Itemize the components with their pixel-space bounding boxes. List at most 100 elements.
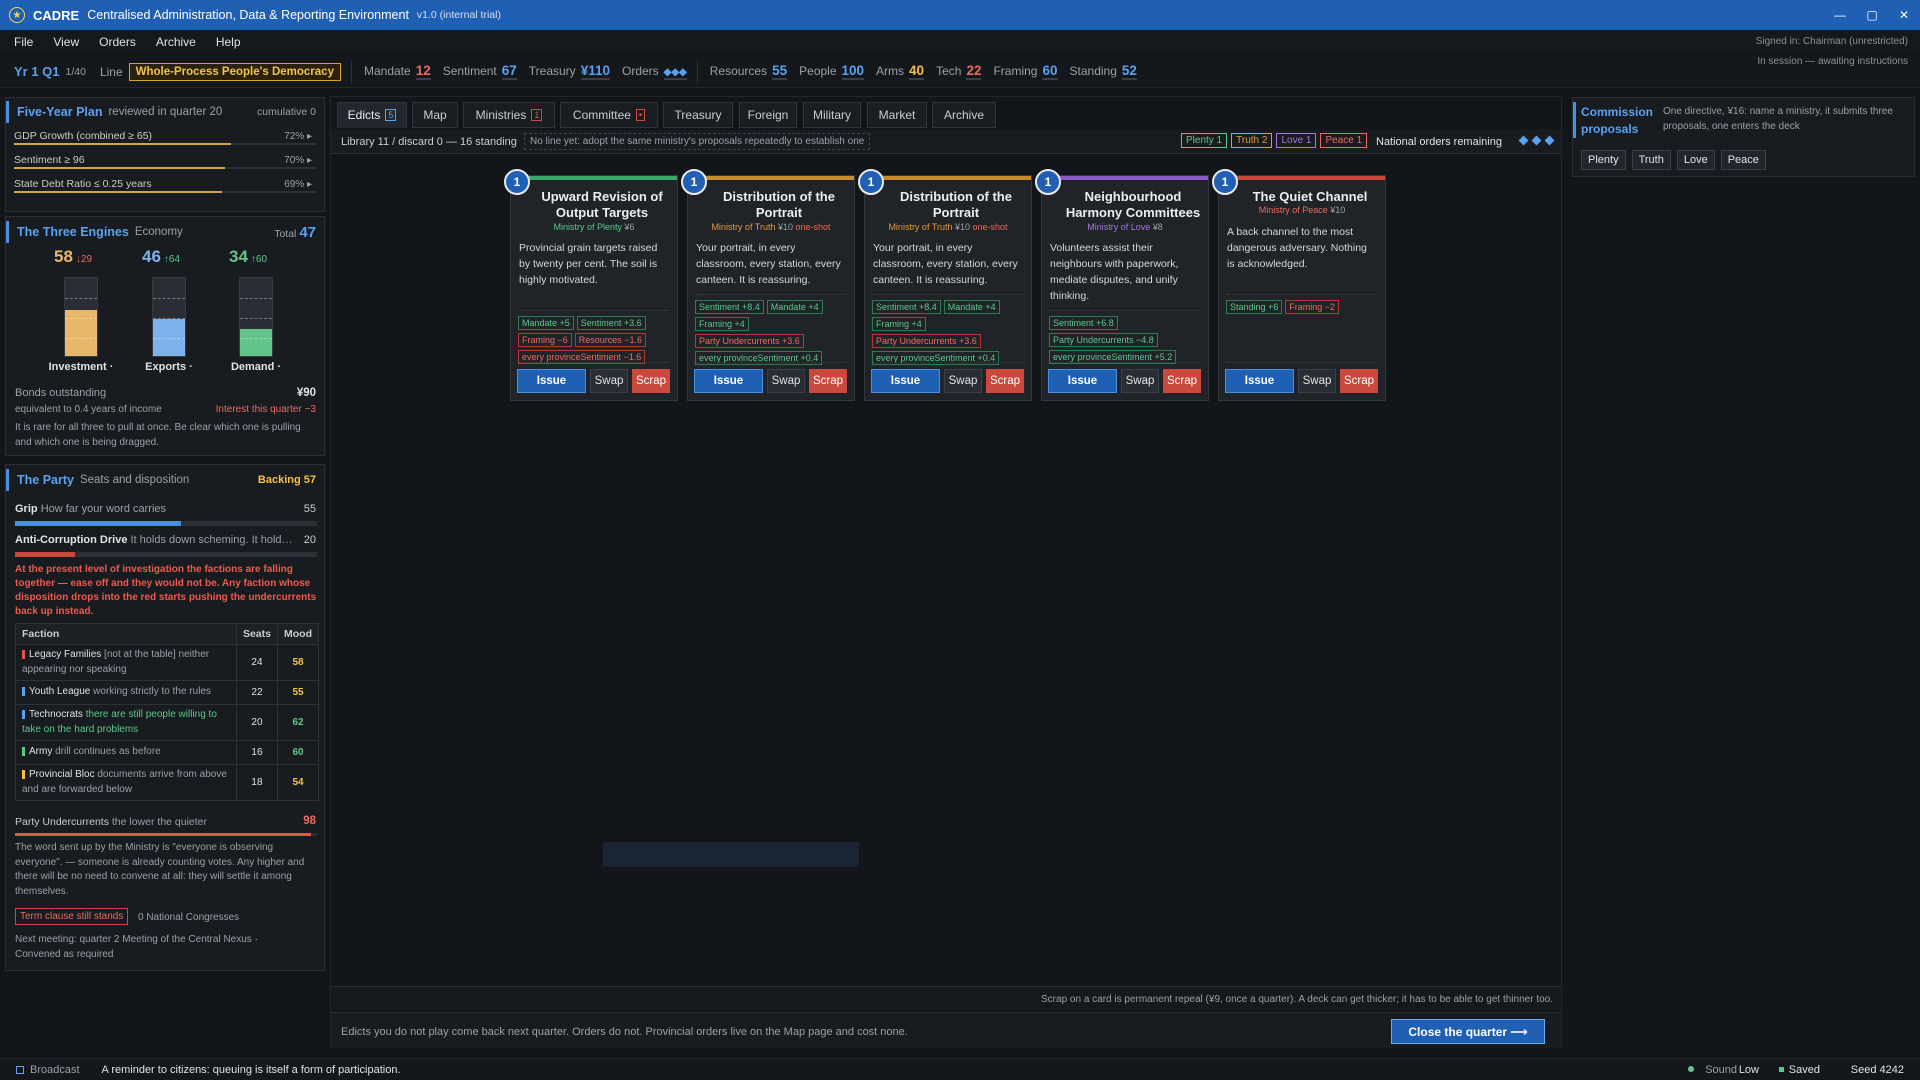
engine-delta: ↓29	[75, 254, 93, 265]
broadcast-icon	[16, 1065, 24, 1074]
stat-orders[interactable]: Orders ◆◆◆	[622, 64, 687, 80]
faction-table: Faction Seats Mood Legacy Families [not …	[15, 623, 319, 801]
edict-card[interactable]: 1 Distribution of the Portrait Ministry of…	[858, 169, 1032, 401]
faction-row[interactable]: Army drill continues as before 16 60	[15, 740, 319, 765]
stat-resources[interactable]: Resources 55	[710, 63, 788, 80]
menu-help[interactable]: Help	[216, 35, 241, 49]
scrap-button[interactable]: Scrap	[986, 369, 1024, 393]
faction-seats: 22	[235, 680, 279, 705]
tab-ministries[interactable]: Ministries 1	[463, 102, 555, 128]
stat-treasury[interactable]: Treasury ¥110	[529, 63, 610, 80]
swap-button[interactable]: Swap	[590, 369, 628, 393]
faction-row[interactable]: Provincial Bloc documents arrive from ab…	[15, 764, 319, 801]
ministry-chip: Plenty 1	[1181, 133, 1228, 148]
tab-committee[interactable]: Committee •	[560, 102, 658, 128]
close-icon[interactable]: ✕	[1888, 0, 1920, 30]
stat-people[interactable]: People 100	[799, 63, 865, 80]
engine-delta: ↑64	[163, 254, 181, 265]
minimize-icon[interactable]: —	[1824, 0, 1856, 30]
acd-slider[interactable]	[15, 552, 317, 557]
tab-foreign[interactable]: Foreign	[739, 102, 797, 128]
scrap-button[interactable]: Scrap	[632, 369, 670, 393]
faction-row[interactable]: Legacy Families [not at the table] neith…	[15, 644, 319, 681]
edict-card[interactable]: 1 The Quiet Channel Ministry of Peace ¥10 A…	[1212, 169, 1386, 401]
stat-standing[interactable]: Standing 52	[1070, 63, 1137, 80]
card-effects: Sentiment +8.4 Mandate +4 Framing +4 Party …	[872, 300, 1026, 365]
plan-goal[interactable]: Sentiment ≥ 96 70% ▸	[14, 151, 316, 171]
stat-framing[interactable]: Framing 60	[993, 63, 1058, 80]
tab-edicts[interactable]: Edicts 5	[337, 102, 407, 128]
issue-button[interactable]: Issue	[871, 369, 940, 393]
card-cost: ¥6	[624, 222, 635, 232]
swap-button[interactable]: Swap	[1298, 369, 1336, 393]
ministry-chip: Truth 2	[1231, 133, 1273, 148]
card-description: A back channel to the most dangerous adv…	[1227, 226, 1367, 270]
stat-label: Tech	[936, 64, 962, 78]
swap-button[interactable]: Swap	[1121, 369, 1159, 393]
edict-card[interactable]: 1 Upward Revision of Output Targets Minist…	[504, 169, 678, 401]
plan-goal[interactable]: GDP Growth (combined ≥ 65) 72% ▸	[14, 127, 316, 147]
tab-archive[interactable]: Archive	[932, 102, 996, 128]
issue-button[interactable]: Issue	[1225, 369, 1294, 393]
engine-value-group: 46 ↑64	[142, 247, 222, 267]
scrap-button[interactable]: Scrap	[809, 369, 847, 393]
broadcast-text: A reminder to citizens: queuing is itsel…	[101, 1063, 401, 1076]
card-title: Upward Revision of Output Targets	[541, 189, 663, 220]
faction-mood: 62	[277, 704, 319, 741]
tab-map[interactable]: Map	[412, 102, 458, 128]
swap-button[interactable]: Swap	[767, 369, 805, 393]
card-effect: Framing +4	[872, 317, 926, 331]
plan-title: Five-Year Plan	[17, 105, 103, 119]
three-engines-panel: The Three Engines Economy Total 47 58 ↓29…	[5, 216, 325, 456]
card-ministry-name: Ministry of Love	[1087, 222, 1151, 232]
engine-value-group: 58 ↓29	[54, 247, 134, 267]
line-chip[interactable]: Whole-Process People's Democracy	[128, 62, 341, 81]
commission-love-button[interactable]: Love	[1676, 150, 1715, 170]
commission-peace-button[interactable]: Peace	[1720, 150, 1766, 170]
menu-orders[interactable]: Orders	[99, 35, 136, 49]
card-cost-badge: 1	[1212, 169, 1238, 195]
sound-level[interactable]: Low	[1739, 1064, 1759, 1076]
card-ministry-name: Ministry of Truth	[888, 222, 953, 232]
menu-view[interactable]: View	[53, 35, 79, 49]
faction-row[interactable]: Youth League working strictly to the rul…	[15, 680, 319, 705]
plan-goal[interactable]: State Debt Ratio ≤ 0.25 years 69% ▸	[14, 175, 316, 195]
stat-arms[interactable]: Arms 40	[876, 63, 925, 80]
sound-label[interactable]: Sound	[1705, 1064, 1737, 1076]
scrap-button[interactable]: Scrap	[1340, 369, 1378, 393]
scrap-button[interactable]: Scrap	[1163, 369, 1201, 393]
commission-buttons: Plenty Truth Love Peace	[1581, 150, 1766, 170]
card-divider	[519, 362, 669, 363]
faction-mood: 54	[277, 764, 319, 801]
faction-cell: Army drill continues as before	[15, 740, 237, 765]
menu-file[interactable]: File	[14, 35, 33, 49]
ministry-chip: Peace 1	[1320, 133, 1368, 148]
close-quarter-button[interactable]: Close the quarter ⟶	[1391, 1019, 1545, 1044]
party-header: The Party Seats and disposition Backing …	[6, 469, 324, 491]
tab-military[interactable]: Military	[803, 102, 861, 128]
tab-market[interactable]: Market	[867, 102, 927, 128]
stat-sentiment[interactable]: Sentiment 67	[443, 63, 517, 80]
edict-card[interactable]: 1 Neighbourhood Harmony Committees Ministr…	[1035, 169, 1209, 401]
card-cost-badge: 1	[1035, 169, 1061, 195]
faction-row[interactable]: Technocrats there are still people willi…	[15, 704, 319, 741]
edict-card[interactable]: 1 Distribution of the Portrait Ministry of…	[681, 169, 855, 401]
stat-tech[interactable]: Tech 22	[936, 63, 982, 80]
commission-plenty-button[interactable]: Plenty	[1581, 150, 1626, 170]
grip-sub: How far your word carries	[40, 503, 167, 515]
menu-archive[interactable]: Archive	[156, 35, 196, 49]
grip-label: Grip	[15, 503, 38, 515]
engine-tube	[64, 277, 98, 357]
stat-mandate[interactable]: Mandate 12	[364, 63, 431, 80]
issue-button[interactable]: Issue	[694, 369, 763, 393]
card-cost-badge: 1	[504, 169, 530, 195]
ministry-chips: Plenty 1 Truth 2 Love 1 Peace 1	[1181, 133, 1368, 148]
issue-button[interactable]: Issue	[1048, 369, 1117, 393]
app-full-title: Centralised Administration, Data & Repor…	[87, 8, 409, 22]
tab-treasury[interactable]: Treasury	[663, 102, 733, 128]
commission-truth-button[interactable]: Truth	[1631, 150, 1671, 170]
swap-button[interactable]: Swap	[944, 369, 982, 393]
congresses-label: 0 National Congresses	[138, 912, 240, 923]
issue-button[interactable]: Issue	[517, 369, 586, 393]
maximize-icon[interactable]: ▢	[1856, 0, 1888, 30]
